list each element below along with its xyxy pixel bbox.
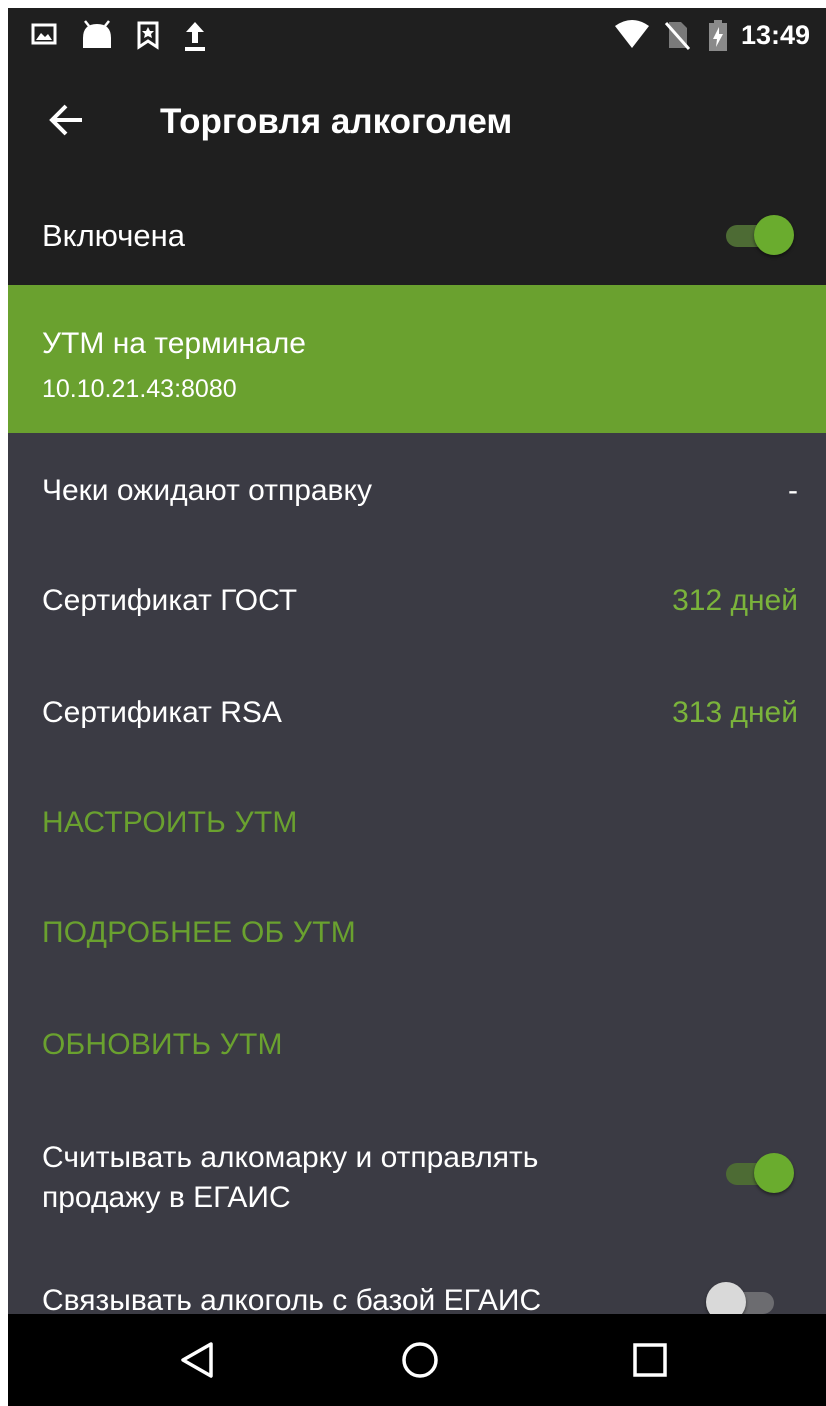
home-circle-icon[interactable] (400, 1340, 440, 1380)
configure-utm-button[interactable]: НАСТРОИТЬ УТМ (42, 806, 298, 840)
bookmark-notification-icon (137, 21, 159, 50)
status-bar: 13:49 (8, 8, 826, 64)
recents-square-icon[interactable] (630, 1340, 670, 1380)
app-bar: Торговля алкоголем (8, 64, 826, 184)
back-triangle-icon[interactable] (178, 1340, 218, 1380)
utm-address: 10.10.21.43:8080 (42, 375, 237, 403)
no-sim-icon (664, 22, 690, 50)
enabled-label: Включена (42, 218, 185, 253)
gost-certificate-label: Сертификат ГОСТ (42, 584, 298, 617)
switch-thumb (754, 215, 794, 255)
scan-excise-stamp-label: Считывать алкомарку и отправлять продажу… (42, 1141, 539, 1214)
wifi-icon (615, 20, 649, 48)
rsa-certificate-row: Сертификат RSA 313 дней (8, 658, 826, 768)
enabled-switch[interactable] (722, 215, 794, 255)
gost-certificate-value: 312 дней (672, 584, 798, 617)
android-icon (83, 20, 111, 48)
rsa-certificate-label: Сертификат RSA (42, 696, 282, 729)
enabled-row[interactable]: Включена (8, 184, 826, 285)
navigation-bar (8, 1314, 826, 1406)
utm-title: УТМ на терминале (42, 327, 306, 360)
pending-receipts-value: - (788, 474, 798, 507)
pending-receipts-row: Чеки ожидают отправку - (8, 436, 826, 546)
image-notification-icon (31, 23, 57, 45)
status-clock: 13:49 (740, 20, 810, 50)
arrow-back-icon[interactable] (46, 100, 86, 140)
update-utm-button[interactable]: ОБНОВИТЬ УТМ (42, 1028, 283, 1062)
utm-terminal-item[interactable]: УТМ на терминале 10.10.21.43:8080 (8, 285, 826, 433)
scan-excise-stamp-switch[interactable] (722, 1153, 794, 1193)
upload-icon (185, 22, 205, 51)
battery-charging-icon (709, 20, 727, 51)
utm-details-button[interactable]: ПОДРОБНЕЕ ОБ УТМ (42, 916, 356, 950)
rsa-certificate-value: 313 дней (672, 696, 798, 729)
page-title: Торговля алкоголем (160, 102, 513, 141)
pending-receipts-label: Чеки ожидают отправку (42, 474, 372, 507)
gost-certificate-row: Сертификат ГОСТ 312 дней (8, 546, 826, 656)
phone-screen: 13:49 Торговля алкоголем Включена УТМ на… (8, 8, 826, 1406)
link-egais-base-label: Связывать алкоголь с базой ЕГАИС (42, 1284, 542, 1317)
switch-thumb (754, 1153, 794, 1193)
